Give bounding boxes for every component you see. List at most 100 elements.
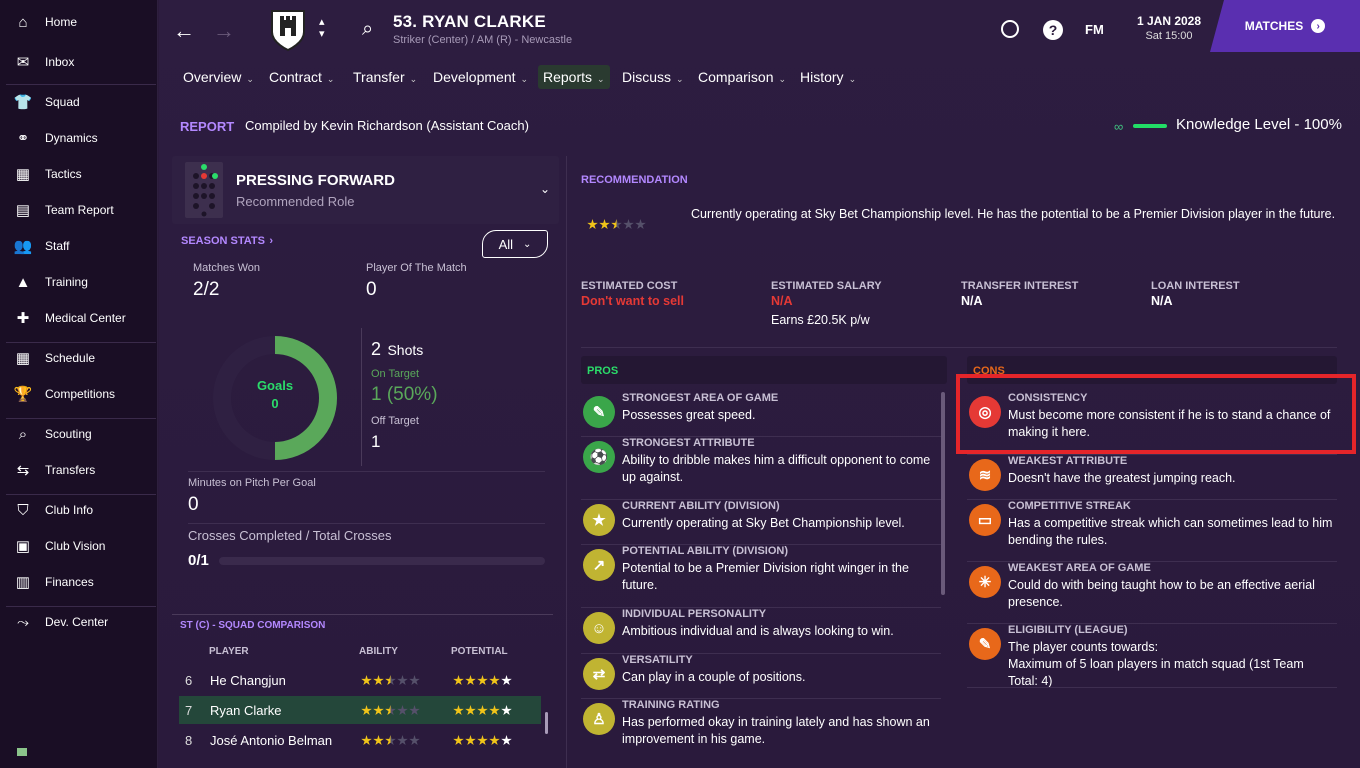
sidebar-item-label: Home (45, 15, 78, 29)
back-arrow-icon[interactable]: ← (173, 18, 195, 44)
tab-overview[interactable]: Overview ⌄ (178, 68, 259, 92)
chevron-down-icon[interactable]: ⌄ (540, 182, 550, 196)
tab-comparison[interactable]: Comparison ⌄ (693, 68, 791, 92)
card-icon: ▭ (969, 504, 1001, 536)
globe-icon[interactable] (1001, 20, 1019, 38)
sidebar-item-scouting[interactable]: ⌕ Scouting (0, 416, 158, 452)
con-item[interactable]: ≋ WEAKEST ATTRIBUTE Doesn't have the great… (967, 455, 1337, 500)
sidebar-item-finances[interactable]: ▥ Finances (0, 564, 158, 600)
sidebar-item-transfers[interactable]: ⇆ Transfers (0, 452, 158, 488)
season-stats-link[interactable]: SEASON STATS › (181, 231, 273, 249)
on-target-value: 1 (50%) (371, 384, 438, 405)
dribble-icon: ⚽ (583, 441, 615, 473)
table-row[interactable]: 8 José Antonio Belman (179, 726, 541, 754)
off-target-label: Off Target (371, 415, 419, 427)
status-icon (17, 748, 27, 756)
con-title: WEAKEST ATTRIBUTE (1008, 455, 1128, 467)
briefcase-icon: ▣ (15, 538, 31, 555)
tab-transfer[interactable]: Transfer ⌄ (348, 68, 422, 92)
forward-arrow-icon[interactable]: → (213, 18, 235, 44)
sidebar-item-label: Medical Center (45, 311, 126, 325)
player-subtitle: Striker (Center) / AM (R) - Newcastle (393, 34, 573, 46)
sidebar-item-label: Staff (45, 239, 70, 253)
club-crest-icon[interactable] (269, 8, 307, 52)
pro-item[interactable]: ☺ INDIVIDUAL PERSONALITY Ambitious individ… (581, 608, 941, 654)
sidebar-item-squad[interactable]: 👕 Squad (0, 84, 158, 120)
help-icon[interactable]: ? (1043, 20, 1063, 40)
dynamics-icon: ⚭ (16, 130, 30, 147)
star-icon (501, 675, 512, 686)
matches-button[interactable]: MATCHES › (1210, 0, 1360, 52)
pro-desc: Has performed okay in training lately an… (622, 715, 930, 746)
pro-desc: Potential to be a Premier Division right… (622, 561, 909, 592)
document-icon: ✎ (969, 628, 1001, 660)
pro-item[interactable]: ⇄ VERSATILITY Can play in a couple of posi… (581, 654, 941, 699)
scrollbar[interactable] (545, 712, 548, 734)
tab-reports[interactable]: Reports ⌄ (538, 65, 610, 89)
fm-menu-button[interactable]: FM (1085, 22, 1104, 37)
star-icon (599, 219, 610, 230)
club-switch-chevrons-icon[interactable]: ▴ ▾ (319, 16, 325, 40)
tactics-icon: ▦ (15, 166, 31, 183)
pros-title: PROS (587, 365, 619, 377)
con-desc: Could do with being taught how to be an … (1008, 578, 1315, 609)
tab-development[interactable]: Development ⌄ (428, 68, 533, 92)
sidebar-item-team-report[interactable]: ▤ Team Report (0, 192, 158, 228)
inbox-icon: ✉ (16, 54, 30, 71)
knowledge-bar (1133, 124, 1167, 128)
sidebar-item-label: Inbox (45, 55, 75, 69)
pro-item[interactable]: ⚽ STRONGEST ATTRIBUTE Ability to dribble m… (581, 437, 941, 500)
sidebar-item-competitions[interactable]: 🏆 Competitions (0, 376, 158, 412)
shield-icon: ⛉ (17, 501, 29, 519)
con-item[interactable]: ▭ COMPETITIVE STREAK Has a competitive str… (967, 500, 1337, 562)
est-salary-label: ESTIMATED SALARY (771, 280, 882, 292)
sidebar-item-label: Squad (45, 95, 80, 109)
con-item[interactable]: ✳ WEAKEST AREA OF GAME Could do with being… (967, 562, 1337, 624)
sidebar-item-club-vision[interactable]: ▣ Club Vision (0, 528, 158, 564)
sidebar-divider (6, 494, 156, 495)
sidebar-item-training[interactable]: ▲ Training (0, 264, 158, 300)
sidebar-item-schedule[interactable]: ▦ Schedule (0, 340, 158, 376)
sidebar-item-home[interactable]: ⌂ Home (0, 4, 158, 40)
competition-value: All (498, 236, 514, 252)
pro-title: TRAINING RATING (622, 699, 720, 711)
tab-label: Contract (269, 69, 322, 85)
star-icon (587, 219, 598, 230)
player-name: 53. RYAN CLARKE (393, 12, 546, 31)
player-name: Ryan Clarke (210, 702, 282, 718)
star-icon (611, 219, 622, 230)
sidebar-divider (6, 84, 156, 85)
star-icon (385, 675, 396, 686)
pro-item[interactable]: ✎ STRONGEST AREA OF GAME Possesses great s… (581, 392, 941, 437)
pro-item[interactable]: ♙ TRAINING RATING Has performed okay in tr… (581, 699, 941, 754)
con-item[interactable]: ✎ ELIGIBILITY (LEAGUE) The player counts t… (967, 624, 1337, 688)
sidebar-item-label: Dev. Center (45, 615, 109, 629)
table-row[interactable]: 6 He Changjun (179, 666, 541, 694)
tab-discuss[interactable]: Discuss ⌄ (617, 68, 689, 92)
goals-value: 0 (271, 396, 279, 411)
sidebar-item-tactics[interactable]: ▦ Tactics (0, 156, 158, 192)
pro-item[interactable]: ↗ POTENTIAL ABILITY (DIVISION) Potential t… (581, 545, 941, 608)
role-card[interactable]: PRESSING FORWARD Recommended Role ⌄ (172, 156, 559, 224)
pro-item[interactable]: ★ CURRENT ABILITY (DIVISION) Currently ope… (581, 500, 941, 545)
est-salary-value: N/A (771, 294, 793, 308)
squad-number: 8 (185, 732, 193, 748)
sidebar-item-dynamics[interactable]: ⚭ Dynamics (0, 120, 158, 156)
tab-history[interactable]: History ⌄ (795, 68, 861, 92)
sidebar-item-medical-center[interactable]: ✚ Medical Center (0, 300, 158, 336)
star-icon (477, 735, 488, 746)
potential-stars (453, 735, 512, 746)
competition-dropdown[interactable]: All ⌄ (482, 230, 548, 258)
table-row[interactable]: 7 Ryan Clarke (179, 696, 541, 724)
pro-title: INDIVIDUAL PERSONALITY (622, 608, 767, 620)
sidebar-item-club-info[interactable]: ⛉ Club Info (0, 492, 158, 528)
potm-label: Player Of The Match (366, 262, 467, 274)
search-icon[interactable]: ⌕ (362, 18, 373, 41)
pros-scrollbar[interactable] (941, 392, 945, 595)
tab-contract[interactable]: Contract ⌄ (264, 68, 339, 92)
divider (188, 471, 545, 472)
date-display[interactable]: 1 JAN 2028 Sat 15:00 (1119, 14, 1219, 42)
sidebar-item-inbox[interactable]: ✉ Inbox (0, 44, 158, 80)
sidebar-item-dev-center[interactable]: ⤳ Dev. Center (0, 604, 158, 640)
sidebar-item-staff[interactable]: 👥 Staff (0, 228, 158, 264)
